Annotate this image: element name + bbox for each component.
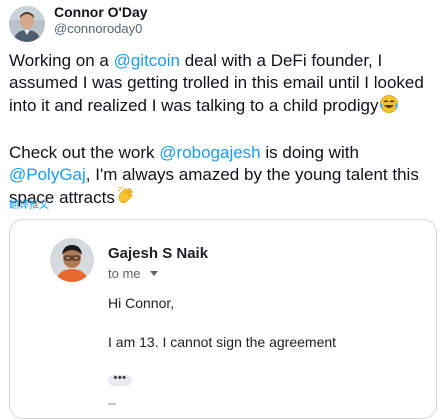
tweet-paragraph-1: Working on a @gitcoin deal with a DeFi f… [9, 50, 445, 120]
author-handle[interactable]: @connoroday0 [54, 21, 142, 36]
laughing-crying-icon [379, 94, 399, 120]
mention-link-robogajesh[interactable]: @robogajesh [159, 143, 260, 162]
tweet: Connor O'Day @connoroday0 Working on a @… [0, 0, 447, 419]
author-name[interactable]: Connor O'Day [54, 4, 148, 20]
sender-name: Gajesh S Naik [108, 245, 209, 262]
recipient-details[interactable]: to me [108, 266, 159, 281]
tweet-text-segment: is doing with [260, 143, 359, 162]
sender-avatar [50, 238, 94, 282]
tweet-text-segment: , I'm always amazed by the young talent … [85, 165, 419, 184]
email-body: I am 13. I cannot sign the agreement [108, 334, 337, 350]
chevron-down-icon[interactable] [150, 271, 159, 276]
author-avatar[interactable] [9, 6, 45, 42]
clapping-hands-icon [116, 186, 136, 212]
show-trimmed-content-button[interactable]: ••• [108, 373, 132, 386]
tweet-paragraph-2: Check out the work @robogajesh is doing … [9, 142, 445, 212]
email-greeting: Hi Connor, [108, 295, 175, 311]
recipient-label: to me [108, 266, 141, 281]
tweet-text-segment: Working on a [9, 51, 114, 70]
tweet-text-segment: into it and realized I was talking to a … [9, 96, 379, 115]
mention-link-gitcoin[interactable]: @gitcoin [114, 51, 180, 70]
email-screenshot-card[interactable]: Gajesh S Naik to me Hi Connor, I am 13. … [9, 219, 437, 419]
tweet-text-segment: Check out the work [9, 143, 160, 162]
tweet-text-segment: assumed I was getting trolled in this em… [9, 73, 424, 92]
mention-link-polygaj[interactable]: @PolyGaj [9, 165, 86, 184]
translate-tweet-link[interactable]: 翻译推文 [9, 196, 49, 211]
signature-separator: -- [108, 396, 116, 410]
tweet-text: Working on a @gitcoin deal with a DeFi f… [9, 50, 445, 212]
tweet-text-segment: deal with a DeFi founder, I [179, 51, 383, 70]
